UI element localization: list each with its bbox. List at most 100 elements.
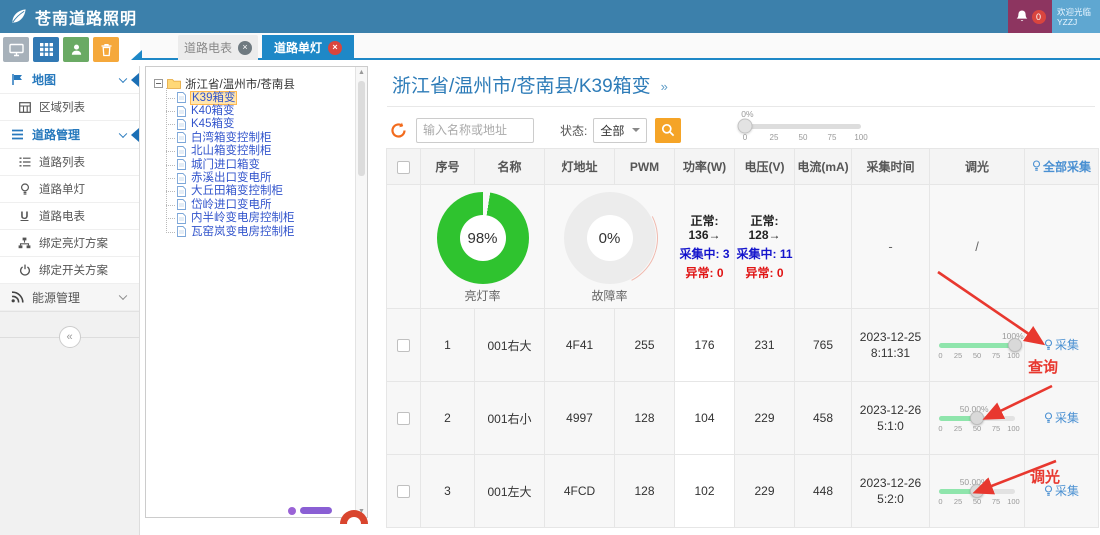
user-admin-button[interactable] <box>63 37 89 62</box>
slider-tick: 100 <box>1007 424 1020 433</box>
search-button[interactable] <box>655 118 681 143</box>
sidebar-item-road-meter[interactable]: U 道路电表 <box>0 203 139 230</box>
app-brand: 苍南道路照明 <box>0 5 137 29</box>
tree-node[interactable]: K40箱变 <box>166 104 363 117</box>
sidebar-item-bind-switch-plan[interactable]: 绑定开关方案 <box>0 257 139 284</box>
tree-node[interactable]: K39箱变 <box>166 91 363 104</box>
tree-root-node[interactable]: 浙江省/温州市/苍南县 <box>154 76 363 91</box>
status-selected-value: 全部 <box>600 122 624 139</box>
tab-road-meter[interactable]: 道路电表 × <box>178 35 258 60</box>
slider-tick: 25 <box>954 497 962 506</box>
sidebar-collapse-row: « <box>0 326 139 348</box>
sidebar-item-map[interactable]: 地图 <box>0 66 139 94</box>
active-marker <box>131 73 139 87</box>
tree-node[interactable]: 内半岭变电房控制柜 <box>166 212 363 225</box>
slider-tick: 25 <box>954 424 962 433</box>
active-marker <box>131 128 139 142</box>
slider-tick: 0 <box>938 497 942 506</box>
header-right: 0 欢迎光临 YZZJ <box>1008 0 1100 33</box>
tab-close-icon[interactable]: × <box>328 41 342 55</box>
dim-slider: 50.00% 0 25 50 75 100 <box>939 403 1015 433</box>
slider-tick: 50 <box>973 351 981 360</box>
annotation-query-label: 查询 <box>1028 356 1058 377</box>
select-all-checkbox[interactable] <box>397 161 410 174</box>
row-checkbox[interactable] <box>397 412 410 425</box>
sidebar-item-region-list[interactable]: 区域列表 <box>0 94 139 121</box>
slider-handle[interactable] <box>738 119 753 134</box>
tree-root-label: 浙江省/温州市/苍南县 <box>185 76 295 92</box>
tab-close-icon[interactable]: × <box>238 41 252 55</box>
sidebar-collapse-button[interactable]: « <box>59 326 81 348</box>
slider-track[interactable] <box>745 124 861 129</box>
sidebar-item-road-lamp[interactable]: 道路单灯 <box>0 176 139 203</box>
filter-controls: 状态: 全部 <box>389 117 681 143</box>
welcome-text: 欢迎光临 <box>1057 7 1100 17</box>
recycle-button[interactable] <box>93 37 119 62</box>
file-icon <box>177 106 186 117</box>
tree-node[interactable]: 北山箱变控制柜 <box>166 145 363 158</box>
file-icon <box>177 92 186 103</box>
apps-grid-button[interactable] <box>33 37 59 62</box>
tab-road-lamp[interactable]: 道路单灯 × <box>262 35 354 60</box>
dim-slider: 100% 0 25 50 75 100 <box>939 330 1015 360</box>
cell-power: 102 <box>675 455 735 528</box>
monitor-button[interactable] <box>3 37 29 62</box>
column-header: 调光 <box>930 149 1025 185</box>
sidebar-item-label: 能源管理 <box>32 289 80 306</box>
table-icon <box>17 102 32 113</box>
tree-node[interactable]: 白湾箱变控制柜 <box>166 131 363 144</box>
collect-link[interactable]: 采集 <box>1044 336 1079 353</box>
trash-icon <box>100 43 113 57</box>
dim-placeholder: / <box>930 185 1025 309</box>
tree-node[interactable]: 瓦窑岚变电房控制柜 <box>166 225 363 238</box>
scrollbar-thumb[interactable] <box>358 81 365 176</box>
fault-rate-label: 故障率 <box>545 287 674 304</box>
flag-icon <box>10 73 25 86</box>
cell-voltage: 231 <box>735 309 795 382</box>
quick-toolbar <box>0 33 140 66</box>
collect-all-link[interactable]: 全部采集 <box>1032 158 1091 175</box>
status-select[interactable]: 全部 <box>593 118 647 143</box>
slider-tick: 75 <box>992 351 1000 360</box>
slider-handle[interactable] <box>1008 338 1022 352</box>
bars-icon <box>10 129 25 140</box>
app-title: 苍南道路照明 <box>35 5 137 29</box>
tree-node[interactable]: K45箱变 <box>166 118 363 131</box>
column-header: 电压(V) <box>735 149 795 185</box>
sidebar-item-road-management[interactable]: 道路管理 <box>0 121 139 149</box>
light-rate-value: 98% <box>460 215 506 261</box>
tree-node[interactable]: 赤溪出口变电所 <box>166 171 363 184</box>
breadcrumb-path[interactable]: 浙江省/温州市/苍南县/K39箱变 <box>392 71 651 98</box>
slider-handle[interactable] <box>970 484 984 498</box>
collect-link[interactable]: 采集 <box>1044 409 1079 426</box>
slider-fill <box>939 343 1015 348</box>
cell-current: 458 <box>795 382 852 455</box>
power-icon <box>17 264 32 276</box>
user-menu[interactable]: 欢迎光临 YZZJ <box>1052 0 1100 33</box>
collapse-node-icon[interactable] <box>154 79 163 88</box>
refresh-icon[interactable] <box>389 121 408 140</box>
cell-no: 2 <box>421 382 475 455</box>
row-checkbox[interactable] <box>397 485 410 498</box>
breadcrumb: 浙江省/温州市/苍南县/K39箱变 » <box>392 71 668 98</box>
slider-tick: 100 <box>854 133 867 142</box>
table-row: 1 001右大 4F41 255 176 231 765 2023-12-258… <box>387 309 1099 382</box>
scroll-up-icon[interactable]: ▲ <box>356 69 367 76</box>
column-header: PWM <box>615 149 675 185</box>
tree-node[interactable]: 大丘田箱变控制柜 <box>166 185 363 198</box>
row-checkbox[interactable] <box>397 339 410 352</box>
sidebar-item-road-list[interactable]: 道路列表 <box>0 149 139 176</box>
device-tree-panel: 浙江省/温州市/苍南县 K39箱变 K40箱变 K45箱变 白湾箱变控制柜 北山… <box>145 66 368 518</box>
tree-node[interactable]: 岱岭进口变电所 <box>166 198 363 211</box>
sidebar-item-bind-lighting-plan[interactable]: 绑定亮灯方案 <box>0 230 139 257</box>
file-icon <box>177 173 186 184</box>
slider-tick: 0 <box>938 424 942 433</box>
tree-scrollbar[interactable]: ▲ ▼ <box>355 67 367 517</box>
grid-icon <box>40 43 53 56</box>
notifications-button[interactable]: 0 <box>1008 0 1052 33</box>
tree-node[interactable]: 城门进口箱变 <box>166 158 363 171</box>
slider-handle[interactable] <box>970 411 984 425</box>
search-input[interactable] <box>416 118 534 143</box>
sidebar-item-energy-management[interactable]: 能源管理 <box>0 284 139 311</box>
cell-current: 765 <box>795 309 852 382</box>
